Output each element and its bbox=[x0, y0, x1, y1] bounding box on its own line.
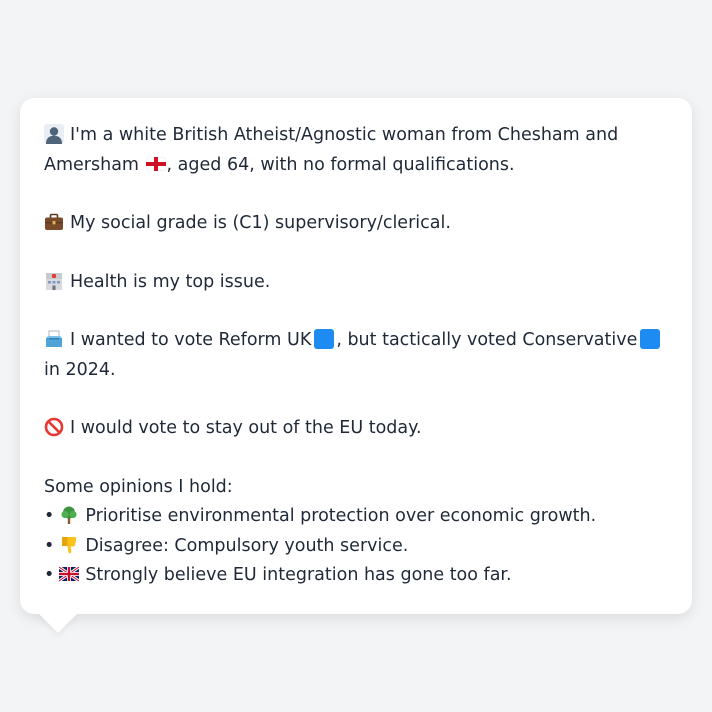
vote-text-year: in 2024. bbox=[44, 359, 116, 380]
health-paragraph: Health is my top issue. bbox=[44, 268, 668, 298]
persona-chat-bubble: I'm a white British Atheist/Agnostic wom… bbox=[20, 98, 692, 614]
list-item: • Strongly believe EU integration has go… bbox=[44, 561, 668, 591]
eu-paragraph: I would vote to stay out of the EU today… bbox=[44, 414, 668, 444]
person-silhouette-icon bbox=[44, 124, 64, 144]
bullet: • bbox=[44, 565, 55, 585]
prohibited-icon bbox=[44, 417, 64, 437]
opinions-list: • Prioritise environmental protection ov… bbox=[44, 502, 668, 591]
uk-flag-icon bbox=[59, 564, 80, 584]
intro-paragraph: I'm a white British Atheist/Agnostic wom… bbox=[44, 121, 668, 180]
social-grade-paragraph: My social grade is (C1) supervisory/cler… bbox=[44, 209, 668, 239]
england-flag-icon bbox=[145, 156, 166, 171]
list-item: • Disagree: Compulsory youth service. bbox=[44, 532, 668, 562]
hospital-icon bbox=[44, 271, 64, 291]
list-item: • Prioritise environmental protection ov… bbox=[44, 502, 668, 532]
chat-bubble-tail bbox=[38, 613, 78, 633]
briefcase-icon bbox=[44, 212, 64, 232]
thumbs-down-icon bbox=[59, 535, 79, 555]
bullet: • bbox=[44, 535, 55, 556]
bullet: • bbox=[44, 506, 55, 526]
opinion-text: Strongly believe EU integration has gone… bbox=[85, 565, 512, 585]
opinion-text: Disagree: Compulsory youth service. bbox=[85, 535, 409, 556]
opinion-text: Prioritise environmental protection over… bbox=[85, 506, 597, 526]
vote-paragraph: I wanted to vote Reform UK , but tactical… bbox=[44, 326, 668, 385]
intro-text-continued: , aged 64, with no formal qualifications… bbox=[166, 154, 515, 175]
reform-uk-color-square bbox=[314, 329, 335, 349]
ballot-box-icon bbox=[44, 329, 64, 349]
eu-text: I would vote to stay out of the EU today… bbox=[70, 418, 422, 438]
health-text: Health is my top issue. bbox=[70, 271, 271, 292]
opinions-heading: Some opinions I hold: bbox=[44, 476, 233, 497]
tree-icon bbox=[59, 505, 79, 525]
conservative-color-square bbox=[640, 329, 661, 349]
vote-text-intended: I wanted to vote Reform UK bbox=[70, 330, 312, 350]
social-grade-text: My social grade is (C1) supervisory/cler… bbox=[70, 213, 451, 233]
vote-text-tactical: , but tactically voted Conservative bbox=[336, 330, 638, 350]
